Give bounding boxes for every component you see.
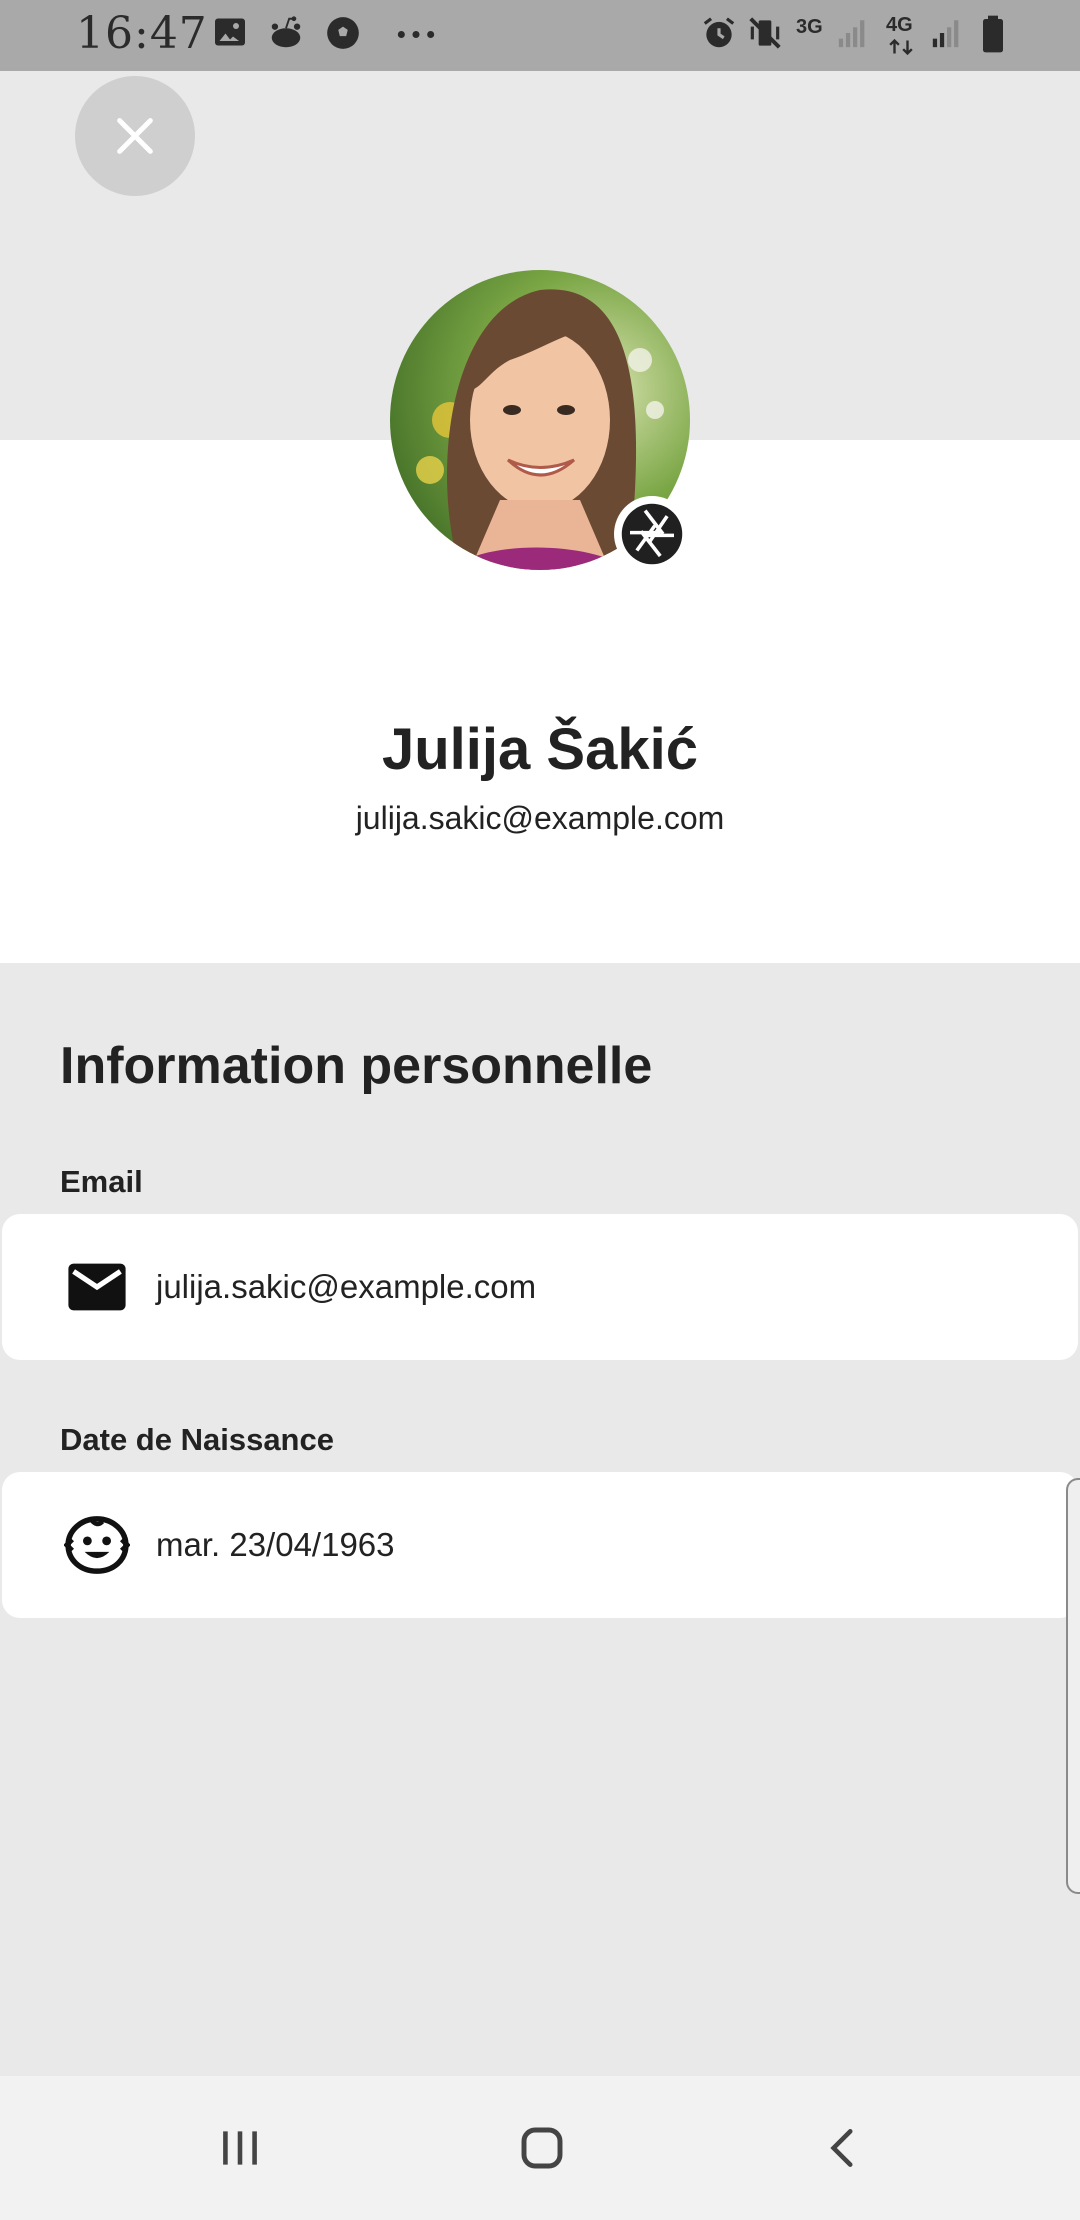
recent-apps-icon [223, 2131, 257, 2165]
recent-apps-button[interactable] [200, 2116, 280, 2180]
gallery-icon [215, 18, 245, 46]
battery-icon [983, 15, 1003, 53]
data-arrows-icon [889, 38, 913, 56]
home-icon [521, 2127, 563, 2169]
home-button[interactable] [502, 2116, 582, 2180]
signal-4g-icon [932, 20, 959, 48]
vibrate-mute-icon [749, 17, 781, 49]
navigation-bar [0, 2076, 1080, 2220]
birthdate-field-value: mar. 23/04/1963 [156, 1526, 395, 1563]
close-button[interactable] [75, 76, 195, 196]
status-bar: 16:47 3G 4G [0, 0, 1080, 71]
back-button[interactable] [804, 2116, 884, 2180]
soccer-ball-icon [327, 17, 359, 49]
profile-email: julija.sakic@example.com [355, 800, 725, 836]
network-3g-label: 3G [796, 16, 823, 38]
change-photo-button[interactable] [614, 496, 690, 572]
back-icon [830, 2129, 853, 2167]
reddit-icon [271, 16, 301, 48]
status-time: 16:47 [76, 8, 208, 59]
close-icon [117, 118, 153, 154]
scroll-indicator[interactable] [1066, 1478, 1080, 1894]
section-title: Information personnelle [60, 1037, 653, 1095]
more-dots-icon [397, 30, 435, 38]
network-4g-label: 4G [886, 14, 913, 36]
alarm-icon [703, 17, 735, 48]
birthdate-field[interactable]: mar. 23/04/1963 [2, 1472, 1078, 1618]
signal-3g-icon [838, 20, 865, 48]
camera-aperture-icon [621, 503, 683, 565]
email-field-value: julija.sakic@example.com [156, 1268, 537, 1305]
mail-icon [62, 1252, 132, 1322]
email-field[interactable]: julija.sakic@example.com [2, 1214, 1078, 1360]
profile-name: Julija Šakić [382, 717, 698, 782]
email-field-label: Email [60, 1164, 143, 1199]
baby-face-icon [62, 1510, 132, 1580]
birthdate-field-label: Date de Naissance [60, 1422, 334, 1457]
